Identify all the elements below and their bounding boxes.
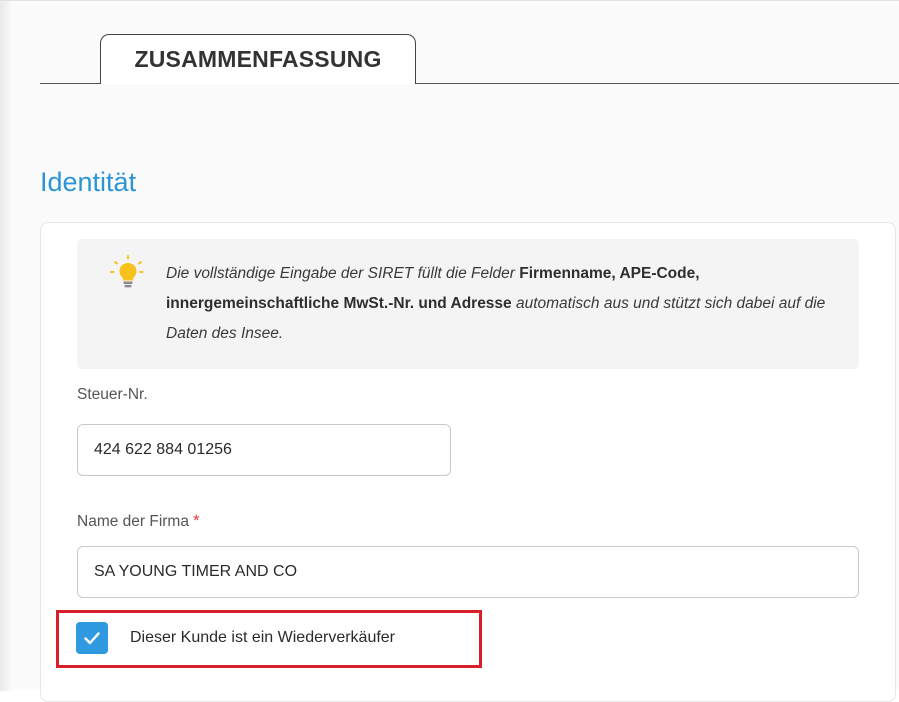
- left-edge-shadow: [0, 1, 12, 691]
- checkmark-icon: [84, 632, 100, 645]
- siret-input[interactable]: [77, 424, 451, 476]
- company-name-input[interactable]: [77, 546, 859, 598]
- tab-summary-label: ZUSAMMENFASSUNG: [134, 46, 382, 72]
- reseller-checkbox[interactable]: [76, 622, 108, 654]
- page: ZUSAMMENFASSUNG Identität Die vollständi…: [0, 0, 899, 702]
- reseller-checkbox-label: Dieser Kunde ist ein Wiederverkäufer: [130, 629, 396, 646]
- tab-underline: [40, 83, 102, 84]
- siret-label: Steuer-Nr.: [77, 386, 148, 404]
- company-name-label-text: Name der Firma: [77, 513, 189, 530]
- reseller-checkbox-row[interactable]: Dieser Kunde ist ein Wiederverkäufer: [76, 622, 395, 654]
- siret-label-text: Steuer-Nr.: [77, 386, 148, 403]
- section-title: Identität: [40, 167, 137, 197]
- siret-info-text: Die vollständige Eingabe der SIRET füllt…: [166, 259, 836, 349]
- info-text-part1: Die vollständige Eingabe der SIRET füllt…: [166, 265, 520, 282]
- lightbulb-icon: [110, 255, 146, 288]
- company-name-label: Name der Firma *: [77, 511, 200, 531]
- tab-summary[interactable]: ZUSAMMENFASSUNG: [100, 34, 416, 84]
- required-marker: *: [192, 511, 200, 530]
- tab-underline: [416, 83, 899, 84]
